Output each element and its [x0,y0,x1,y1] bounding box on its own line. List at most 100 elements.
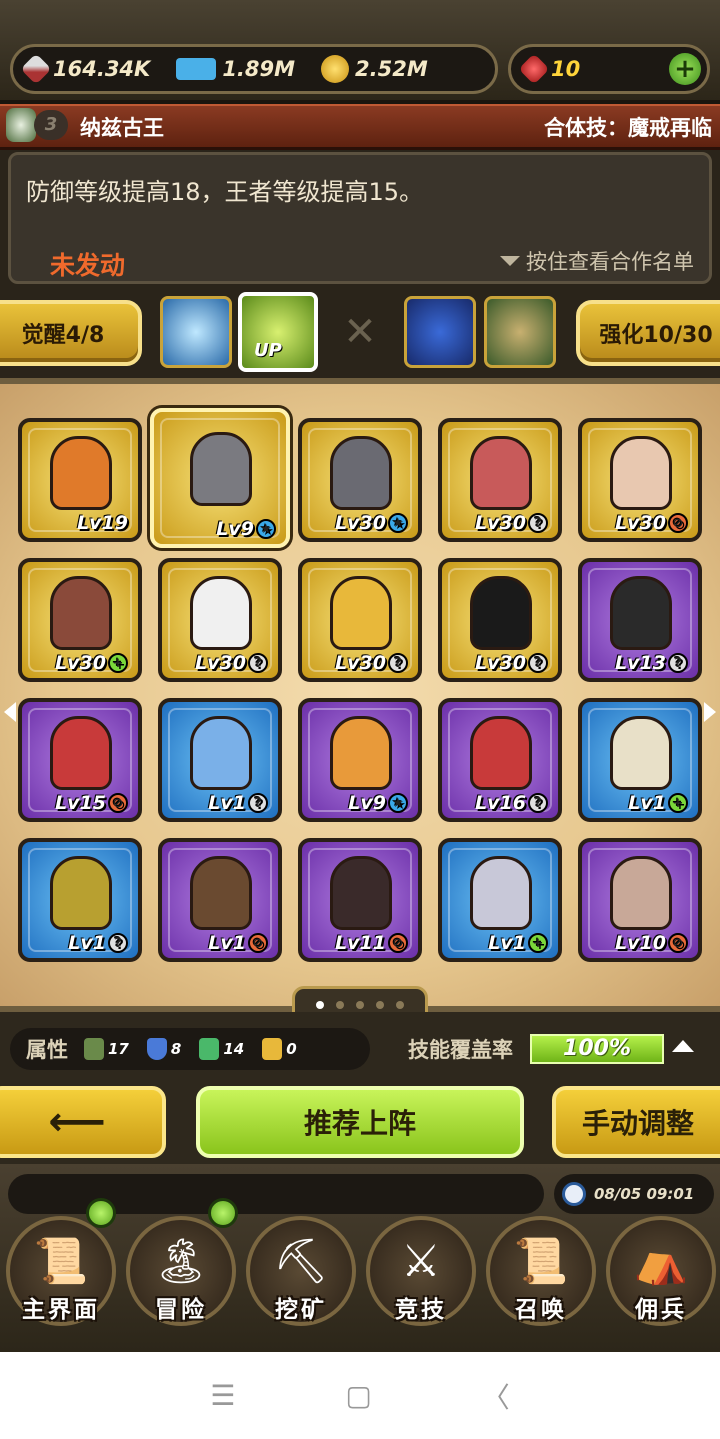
hero-portrait [470,576,532,650]
hero-portrait [330,576,392,650]
expand-up-icon[interactable] [672,1040,694,1052]
hero-portrait [190,716,252,790]
hero-level-text: Lv30 [615,512,666,534]
hero-status-icon: + [668,793,688,813]
king-stat: 0 [262,1038,297,1060]
hero-card[interactable]: Lv15 ⊘ [18,698,142,822]
hero-portrait [50,856,112,930]
notification-dot [86,1198,116,1228]
hero-card[interactable]: Lv1 + [438,838,562,962]
nav-pickaxe[interactable]: ⛏ 挖矿 [242,1212,360,1328]
hero-card[interactable]: Lv1? [18,838,142,962]
nav-island[interactable]: 🏝 冒险 [122,1212,240,1328]
hero-card[interactable]: Lv13? [578,558,702,682]
hero-card[interactable]: Lv30? [438,558,562,682]
description-text: 防御等级提高18，王者等级提高15。 [26,178,424,206]
back-arrow-icon: ⟵ [48,1099,106,1145]
nav-tent[interactable]: ⛺ 佣兵 [602,1212,720,1328]
hero-card[interactable]: Lv1? [158,698,282,822]
hero-level-text: Lv15 [55,792,106,814]
hero-portrait [330,716,392,790]
hero-status-icon: ⊘ [668,933,688,953]
hero-level-text: Lv13 [615,652,666,674]
combo-skill-name: 合体技：魔戒再临 [544,116,712,140]
hero-card[interactable]: Lv30? [438,418,562,542]
up-label: UP [254,340,282,361]
hero-portrait [50,576,112,650]
enhance-button[interactable]: 强化10/30 [576,300,720,366]
nav-scroll-map[interactable]: 📜 主界面 [2,1212,120,1328]
defense-value: 8 [170,1040,182,1058]
back-button[interactable]: ⟵ [0,1086,166,1158]
hero-level: Lv30? [195,652,268,674]
fire-sword-skill-icon[interactable] [404,296,476,368]
hero-card[interactable]: Lv1 + [578,698,702,822]
hero-level-text: Lv10 [615,932,666,954]
hero-portrait [470,436,532,510]
gold-coin-icon [321,55,350,83]
hero-level: Lv30 ★ [335,512,408,534]
magic-circle-skill-icon[interactable] [160,296,232,368]
hero-card[interactable]: Lv30 ★ [298,418,422,542]
hero-level-text: Lv1 [488,932,526,954]
hero-card[interactable]: Lv9 ★ [298,698,422,822]
exp-icon [176,58,217,80]
page-left-arrow[interactable] [4,702,16,722]
attack-stat: 17 [84,1038,129,1060]
hero-card[interactable]: Lv10 ⊘ [578,838,702,962]
hero-card[interactable]: Lv30 ⊘ [578,418,702,542]
attack-icon [84,1038,104,1060]
hero-card[interactable]: Lv11 ⊘ [298,838,422,962]
hero-portrait [330,856,392,930]
menu-icon[interactable]: ☰ [210,1379,235,1412]
hero-card[interactable]: Lv30? [158,558,282,682]
nav-crossed-swords[interactable]: ⚔ 竞技 [362,1212,480,1328]
page-dot[interactable] [336,1001,344,1009]
page-dot[interactable] [376,1001,384,1009]
hero-level: Lv30 + [55,652,128,674]
ruby-icon [518,53,550,85]
page-dot[interactable] [356,1001,364,1009]
crown-upgrade-skill-icon[interactable]: UP [238,292,318,372]
hero-level-text: Lv1 [68,932,106,954]
add-gems-button[interactable]: + [669,53,701,85]
hero-level-text: Lv1 [208,792,246,814]
nav-label: 冒险 [155,1297,207,1323]
hero-card[interactable]: Lv19 [18,418,142,542]
skill-coverage-bar: 100% [530,1034,664,1064]
page-dot[interactable] [316,1001,324,1009]
hero-card[interactable]: Lv16? [438,698,562,822]
partner-list-hint[interactable]: 按住查看合作名单 [500,246,694,276]
system-nav-bar: ☰ ▢ 〈 [0,1352,720,1439]
hero-status-icon: ? [528,793,548,813]
gem-resource: 10 [518,53,580,85]
hero-card[interactable]: Lv30 + [18,558,142,682]
exp-value: 1.89M [222,57,296,81]
hero-level: Lv1 + [488,932,548,954]
hero-level: Lv10 ⊘ [615,932,688,954]
awaken-button[interactable]: 觉醒4/8 [0,300,142,366]
hero-card[interactable]: Lv1 ⊘ [158,838,282,962]
hero-level: Lv9 ★ [216,518,276,540]
hero-portrait [330,436,392,510]
hero-level: Lv13? [615,652,688,674]
nav-summon-scroll[interactable]: 📜 召唤 [482,1212,600,1328]
page-dot[interactable] [396,1001,404,1009]
page-right-arrow[interactable] [704,702,716,722]
back-icon[interactable]: 〈 [482,1376,510,1416]
hero-level-text: Lv30 [55,652,106,674]
hero-status-icon: ⊘ [668,513,688,533]
hero-card[interactable]: Lv9 ★ [150,408,290,548]
currency-pill: 164.34K 1.89M 2.52M [10,44,498,94]
hero-card[interactable]: Lv30? [298,558,422,682]
power-value: 164.34K [53,57,151,81]
hint-label: 按住查看合作名单 [526,250,694,274]
skill-coverage-label: 技能覆盖率 [408,1038,513,1062]
pickaxe-icon: ⛏ [273,1236,329,1287]
hero-status-icon: + [108,653,128,673]
home-icon[interactable]: ▢ [345,1379,371,1412]
scroll-skill-icon[interactable] [484,296,556,368]
nav-label: 挖矿 [275,1297,327,1323]
manual-adjust-button[interactable]: 手动调整 [552,1086,720,1158]
recommend-lineup-button[interactable]: 推荐上阵 [196,1086,524,1158]
